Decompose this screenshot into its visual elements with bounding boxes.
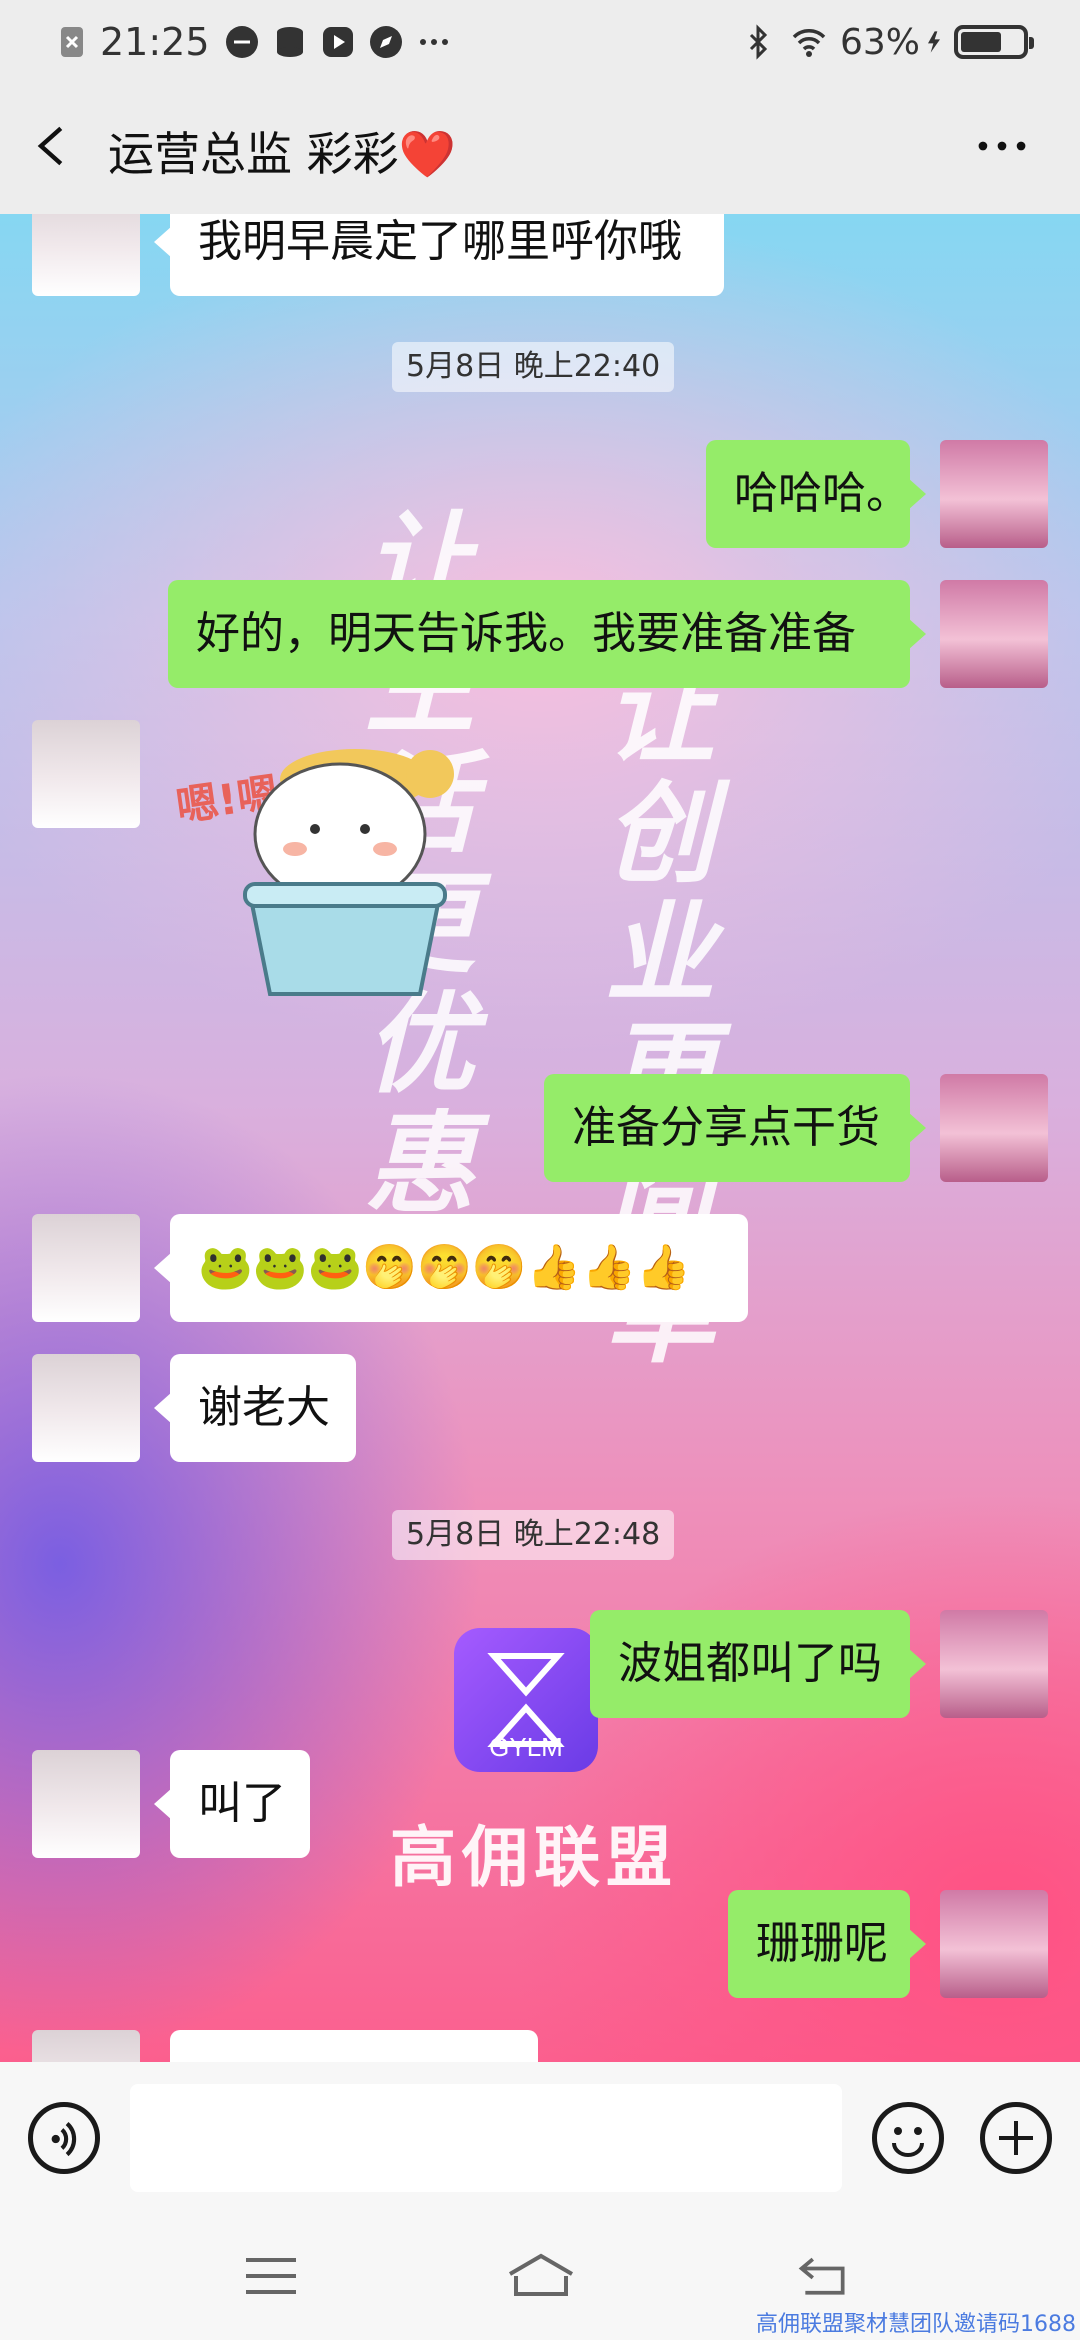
gylm-mark-icon: GYLM: [487, 1653, 565, 1762]
status-left: 21:25: [54, 20, 452, 64]
battery-icon: [954, 25, 1035, 59]
my-avatar[interactable]: [940, 580, 1048, 688]
notification-x-icon: [61, 27, 83, 57]
message-bubble[interactable]: 我明早晨定了哪里呼你哦: [154, 214, 724, 296]
sticker-bear-in-tub[interactable]: 嗯!嗯!嗯!: [170, 734, 500, 1064]
message-bubble[interactable]: 🐸🐸🐸🤭🤭🤭👍👍👍: [154, 1214, 748, 1322]
menu-icon[interactable]: [244, 2254, 298, 2298]
compass-icon: [369, 26, 402, 58]
back-icon[interactable]: [796, 2254, 852, 2298]
contact-avatar[interactable]: [32, 720, 140, 828]
home-icon[interactable]: [506, 2252, 576, 2296]
my-avatar[interactable]: [940, 440, 1048, 548]
message-bubble[interactable]: [170, 2030, 538, 2062]
plus-cross-icon: [999, 2121, 1033, 2155]
contact-avatar[interactable]: [32, 2030, 140, 2062]
corner-watermark: 高佣联盟聚材慧团队邀请码1688: [756, 2312, 1076, 2337]
chat-title: 运营总监 彩彩❤️: [108, 127, 456, 181]
data-icon: [225, 26, 258, 58]
message-timestamp: 5月8日 晚上22:48: [392, 1510, 675, 1560]
brand-name: 高佣联盟: [390, 1819, 678, 1896]
plus-icon[interactable]: [980, 2102, 1052, 2174]
chat-header: 运营总监 彩彩❤️: [0, 84, 1080, 214]
message-bubble[interactable]: 哈哈哈。: [706, 440, 926, 548]
contact-avatar[interactable]: [32, 1750, 140, 1858]
message-timestamp: 5月8日 晚上22:40: [392, 342, 675, 392]
message-bubble[interactable]: 珊珊呢: [728, 1890, 926, 1998]
status-right: 63%: [740, 20, 1035, 64]
my-avatar[interactable]: [940, 1890, 1048, 1998]
status-time: 21:25: [100, 20, 210, 64]
message-bubble[interactable]: 准备分享点干货: [544, 1074, 926, 1182]
message-bubble[interactable]: 叫了: [154, 1750, 310, 1858]
input-bar: [0, 2062, 1080, 2220]
contact-avatar[interactable]: [32, 1214, 140, 1322]
storage-icon: [276, 27, 303, 57]
my-avatar[interactable]: [940, 1610, 1048, 1718]
smiley-icon: [892, 2127, 924, 2157]
more-dots-icon[interactable]: [976, 136, 1028, 156]
message-input[interactable]: [130, 2084, 842, 2192]
message-bubble[interactable]: 谢老大: [154, 1354, 356, 1462]
contact-avatar[interactable]: [32, 1354, 140, 1462]
message-bubble[interactable]: 波姐都叫了吗: [590, 1610, 926, 1718]
battery-percent: 63%: [840, 21, 921, 63]
status-bar: 21:25 63%: [0, 0, 1080, 84]
voice-wave-icon: [51, 2121, 77, 2157]
wifi-icon: [792, 29, 826, 57]
more-dots-icon: [419, 39, 448, 45]
my-avatar[interactable]: [940, 1074, 1048, 1182]
charging-icon: [928, 31, 941, 53]
gylm-logo-text: GYLM: [489, 1732, 563, 1762]
gylm-logo: GYLM: [454, 1628, 598, 1772]
media-icon: [322, 27, 353, 57]
chat-area[interactable]: 让生活更优惠 让创业更简单 GYLM 高佣联盟 我明早晨定了哪里呼你哦 5月8日…: [0, 214, 1080, 2062]
bluetooth-icon: [749, 24, 768, 60]
contact-avatar[interactable]: [32, 214, 140, 296]
navigation-bar: 高佣联盟聚材慧团队邀请码1688: [0, 2220, 1080, 2340]
voice-icon[interactable]: [28, 2102, 100, 2174]
emoji-icon[interactable]: [872, 2102, 944, 2174]
back-arrow-icon[interactable]: [30, 124, 74, 168]
message-bubble[interactable]: 好的，明天告诉我。我要准备准备: [168, 580, 926, 688]
